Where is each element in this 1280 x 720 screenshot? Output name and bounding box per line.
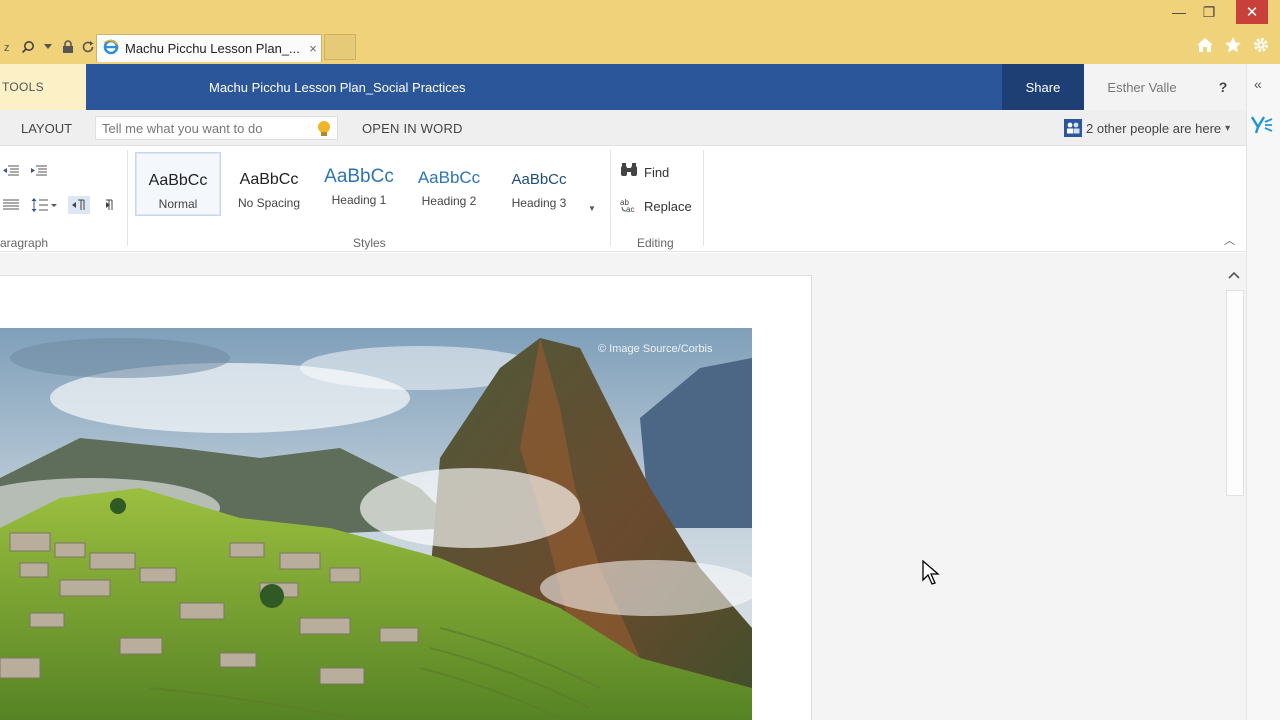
address-text-fragment-icon: z bbox=[0, 39, 16, 55]
document-page[interactable]: © Image Source/Corbis bbox=[0, 275, 812, 720]
styles-group-label: Styles bbox=[353, 236, 386, 250]
new-tab-button[interactable] bbox=[324, 34, 356, 60]
group-divider bbox=[703, 150, 704, 246]
user-name[interactable]: Esther Valle bbox=[1084, 64, 1200, 110]
yammer-icon[interactable] bbox=[1250, 114, 1274, 140]
ribbon-tab-row: LAYOUT OPEN IN WORD 2 other people are h… bbox=[0, 110, 1246, 146]
style-sample: AaBbCc bbox=[417, 168, 481, 187]
word-header: TOOLS Machu Picchu Lesson Plan_Social Pr… bbox=[0, 64, 1246, 110]
coauthors-indicator[interactable]: 2 other people are here ▾ bbox=[1064, 110, 1230, 146]
tell-me-input[interactable] bbox=[102, 120, 302, 136]
style-name: No Spacing bbox=[237, 196, 301, 210]
group-divider bbox=[127, 150, 128, 246]
side-pane-strip bbox=[1246, 64, 1280, 720]
dropdown-chevron-icon[interactable] bbox=[40, 39, 56, 55]
search-icon[interactable] bbox=[20, 39, 36, 55]
style-name: Heading 1 bbox=[331, 193, 387, 207]
style-name: Heading 3 bbox=[511, 196, 567, 210]
gear-icon[interactable] bbox=[1250, 34, 1272, 56]
style-name: Heading 2 bbox=[421, 194, 477, 208]
replace-button[interactable]: ab ac Replace bbox=[620, 196, 692, 216]
vertical-scrollbar-thumb[interactable] bbox=[1226, 290, 1244, 496]
group-divider bbox=[610, 150, 611, 246]
editing-group-label: Editing bbox=[637, 236, 674, 250]
find-button[interactable]: Find bbox=[620, 162, 669, 182]
style-no-spacing[interactable]: AaBbCc No Spacing bbox=[226, 152, 312, 216]
style-heading-2[interactable]: AaBbCc Heading 2 bbox=[406, 152, 492, 216]
style-name: Normal bbox=[158, 197, 198, 211]
paragraph-group-label: aragraph bbox=[0, 236, 49, 250]
home-icon[interactable] bbox=[1194, 34, 1216, 56]
tell-me-search[interactable] bbox=[95, 116, 338, 140]
star-icon[interactable] bbox=[1222, 34, 1244, 56]
collapse-ribbon-button[interactable]: ︿ bbox=[1224, 232, 1235, 248]
browser-tab-active[interactable]: Machu Picchu Lesson Plan_... × bbox=[96, 34, 322, 62]
decrease-indent-icon[interactable] bbox=[0, 162, 22, 180]
title-bar: Machu Picchu Lesson Plan_Social Practice… bbox=[86, 64, 1002, 110]
ie-icon bbox=[103, 39, 119, 58]
help-button[interactable]: ? bbox=[1200, 64, 1246, 110]
photo-credit: © Image Source/Corbis bbox=[598, 343, 713, 355]
address-bar-controls: z bbox=[0, 36, 96, 58]
browser-tab-title: Machu Picchu Lesson Plan_... bbox=[125, 41, 299, 56]
ribbon: aragraph AaBbCc Normal AaBbCc No Spacing… bbox=[0, 146, 1246, 252]
document-canvas[interactable]: © Image Source/Corbis bbox=[0, 253, 1246, 720]
svg-text:z: z bbox=[4, 42, 10, 53]
tools-tab[interactable]: TOOLS bbox=[0, 64, 86, 110]
style-sample: AaBbCc bbox=[324, 166, 394, 187]
replace-label: Replace bbox=[644, 198, 692, 214]
find-label: Find bbox=[644, 164, 670, 180]
style-heading-3[interactable]: AaBbCc Heading 3 bbox=[496, 152, 582, 216]
people-icon bbox=[1064, 119, 1082, 137]
find-icon bbox=[620, 162, 638, 182]
mouse-cursor-icon bbox=[922, 559, 940, 586]
svg-text:ac: ac bbox=[626, 205, 634, 213]
open-in-word-button[interactable]: OPEN IN WORD bbox=[362, 110, 463, 146]
browser-titlebar: — ❐ ✕ z Machu Picchu Lesson Plan_... × bbox=[0, 0, 1280, 64]
tab-layout[interactable]: LAYOUT bbox=[21, 110, 72, 146]
lightbulb-icon bbox=[317, 120, 331, 138]
style-sample: AaBbCc bbox=[511, 171, 567, 188]
style-sample: AaBbCc bbox=[148, 172, 208, 189]
tab-close-icon[interactable]: × bbox=[305, 41, 321, 57]
refresh-icon[interactable] bbox=[80, 39, 96, 55]
window-restore-button[interactable]: ❐ bbox=[1196, 0, 1222, 24]
style-heading-1[interactable]: AaBbCc Heading 1 bbox=[316, 152, 402, 216]
collapse-pane-button[interactable]: « bbox=[1254, 76, 1262, 92]
pilcrow-icon[interactable] bbox=[96, 196, 118, 214]
machu-picchu-photo[interactable]: © Image Source/Corbis bbox=[0, 328, 752, 720]
increase-indent-icon[interactable] bbox=[28, 162, 50, 180]
coauthors-label: 2 other people are here bbox=[1086, 120, 1222, 136]
style-normal[interactable]: AaBbCc Normal bbox=[135, 152, 221, 216]
line-spacing-icon[interactable] bbox=[28, 196, 60, 214]
lock-icon[interactable] bbox=[60, 39, 76, 55]
more-styles-button[interactable]: ▼ bbox=[588, 204, 596, 213]
window-close-button[interactable]: ✕ bbox=[1236, 0, 1268, 24]
chevron-down-icon[interactable]: ▾ bbox=[1225, 123, 1230, 134]
justify-icon[interactable] bbox=[0, 196, 22, 214]
window-minimize-button[interactable]: — bbox=[1166, 0, 1192, 24]
share-button[interactable]: Share bbox=[1002, 64, 1084, 110]
document-title[interactable]: Machu Picchu Lesson Plan_Social Practice… bbox=[209, 64, 466, 110]
left-to-right-icon[interactable] bbox=[68, 196, 90, 214]
replace-icon: ab ac bbox=[620, 197, 638, 216]
scroll-up-button[interactable] bbox=[1228, 270, 1240, 282]
style-sample: AaBbCc bbox=[239, 171, 299, 188]
